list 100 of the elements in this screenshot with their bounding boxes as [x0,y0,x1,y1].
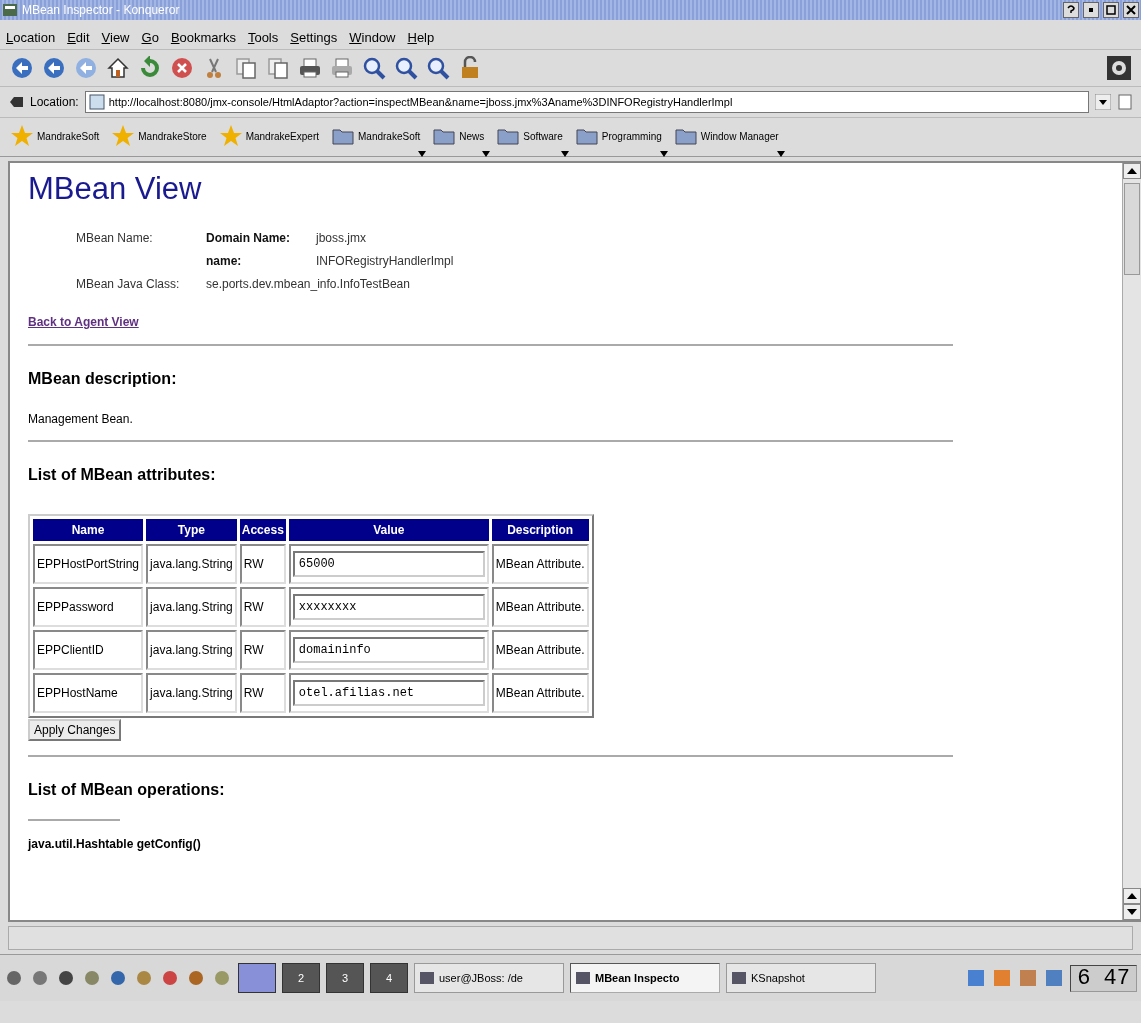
desktop-pager-button[interactable] [238,963,276,993]
table-cell: java.lang.String [146,630,237,670]
menu-item[interactable]: Bookmarks [170,30,236,45]
bookmark-item[interactable]: MandrakeSoft [358,130,421,142]
page-title: MBean View [28,171,203,207]
bookmark-item[interactable]: News [459,130,485,142]
taskbar-button[interactable]: user@JBoss: /de [414,963,564,993]
minimize-icon[interactable] [1083,2,1099,18]
value-field[interactable]: 65000 [292,551,485,577]
close-icon[interactable] [1123,2,1139,18]
info-value: se.ports.dev.mbean_info.InfoTestBean [206,277,411,291]
scroll-up-icon[interactable] [1123,163,1141,179]
star-icon [10,124,34,148]
star-icon [111,124,136,148]
menu-item[interactable]: Location [6,30,56,45]
caret-icon[interactable] [659,151,668,157]
taskbar-button[interactable]: MBean Inspecto [570,963,720,993]
column-header: Description [491,519,589,541]
table-cell: EPPHostName [33,673,144,713]
table-cell: MBean Attribute. [491,630,589,670]
column-header: Type [146,519,237,541]
column-header: Value [288,519,489,541]
table-cell: MBean Attribute. [491,673,589,713]
menu-item[interactable]: Go [141,30,159,45]
location-label: Location: [30,95,79,109]
scrollbar-thumb[interactable] [1124,183,1140,275]
info-label: MBean Java Class: [76,277,181,291]
stop-icon[interactable] [170,56,194,80]
zoom-icon[interactable] [394,56,418,80]
caret-icon[interactable] [482,151,491,157]
print-preview-icon[interactable] [330,56,354,80]
reload-icon[interactable] [138,56,162,80]
clear-icon[interactable] [8,94,24,110]
menu-item[interactable]: Help [407,30,435,45]
table-cell: MBean Attribute. [491,544,589,584]
bookmark-item[interactable]: MandrakeStore [138,130,207,142]
value-field[interactable]: otel.afilias.net [292,680,485,706]
scroll-down-icon[interactable] [1123,904,1141,920]
apply-button[interactable]: Apply Changes [28,719,122,741]
table-cell: EPPClientID [33,630,144,670]
menu-item[interactable]: Tools [247,30,279,45]
description-text: Management Bean. [28,412,134,426]
table-cell: java.lang.String [146,587,237,627]
paste-icon[interactable] [266,56,290,80]
bookmark-item[interactable]: Programming [601,130,662,142]
info-value: jboss.jmx [316,231,367,245]
table-cell: EPPPassword [33,587,144,627]
copy-icon[interactable] [234,56,258,80]
help-icon[interactable] [1063,2,1079,18]
table-cell: java.lang.String [146,544,237,584]
print-icon[interactable] [298,56,322,80]
section-heading: List of MBean attributes: [28,466,217,484]
clock: 6 47 [1070,964,1137,992]
menu-item[interactable]: Window [349,30,396,45]
tray-icon[interactable] [966,968,987,988]
info-label: name: [206,254,243,268]
bookmark-item[interactable]: MandrakeExpert [245,130,319,142]
tray-icon[interactable] [1044,968,1065,988]
table-cell: RW [239,673,286,713]
value-field[interactable]: xxxxxxxx [292,594,485,620]
info-label: MBean Name: [76,231,154,245]
taskbar-button[interactable]: KSnapshot [726,963,876,993]
menu-item[interactable]: Edit [67,30,90,45]
table-cell: java.lang.String [146,673,237,713]
desktop-pager-button[interactable]: 2 [282,963,320,993]
bookmark-item[interactable]: Software [523,130,563,142]
scroll-up-icon[interactable] [1123,888,1141,904]
value-field[interactable]: domaininfo [292,637,485,663]
info-label: Domain Name: [206,231,292,245]
caret-icon[interactable] [560,151,569,157]
globe-icon[interactable] [108,968,128,988]
table-cell: RW [239,544,286,584]
operation-signature: java.util.Hashtable getConfig() [28,837,202,851]
dropdown-icon[interactable] [1095,94,1111,110]
caret-icon[interactable] [776,151,785,157]
star-icon [218,124,243,148]
window-title: MBean Inspector - Konqueror [22,3,181,17]
bookmark-item[interactable]: Window Manager [700,130,779,142]
maximize-icon[interactable] [1103,2,1119,18]
section-heading: List of MBean operations: [28,781,226,799]
info-value: INFORegistryHandlerImpl [316,254,455,268]
bookmark-item[interactable]: MandrakeSoft [37,130,100,142]
caret-icon[interactable] [418,151,427,157]
menu-item[interactable]: View [101,30,130,45]
back-link[interactable]: Back to Agent View [28,315,139,329]
zoom-in-icon[interactable] [362,56,386,80]
table-cell: EPPHostPortString [33,544,144,584]
table-cell: RW [239,630,286,670]
scrollbar[interactable] [1122,163,1141,920]
column-header: Access [239,519,286,541]
zoom-out-icon[interactable] [426,56,450,80]
desktop-pager-button[interactable]: 4 [370,963,408,993]
page-icon [88,94,105,110]
desktop-pager-button[interactable]: 3 [326,963,364,993]
table-cell: RW [239,587,286,627]
url-field[interactable]: http://localhost:8080/jmx-console/HtmlAdaptor?action=inspectMBean&name=jboss.jmx%3Aname%3DINFORegistryHandlerImpl [84,91,1089,113]
window-icon [2,2,18,18]
menu-item[interactable]: Settings [290,30,338,45]
column-header: Name [33,519,144,541]
page-icon[interactable] [1117,94,1133,110]
